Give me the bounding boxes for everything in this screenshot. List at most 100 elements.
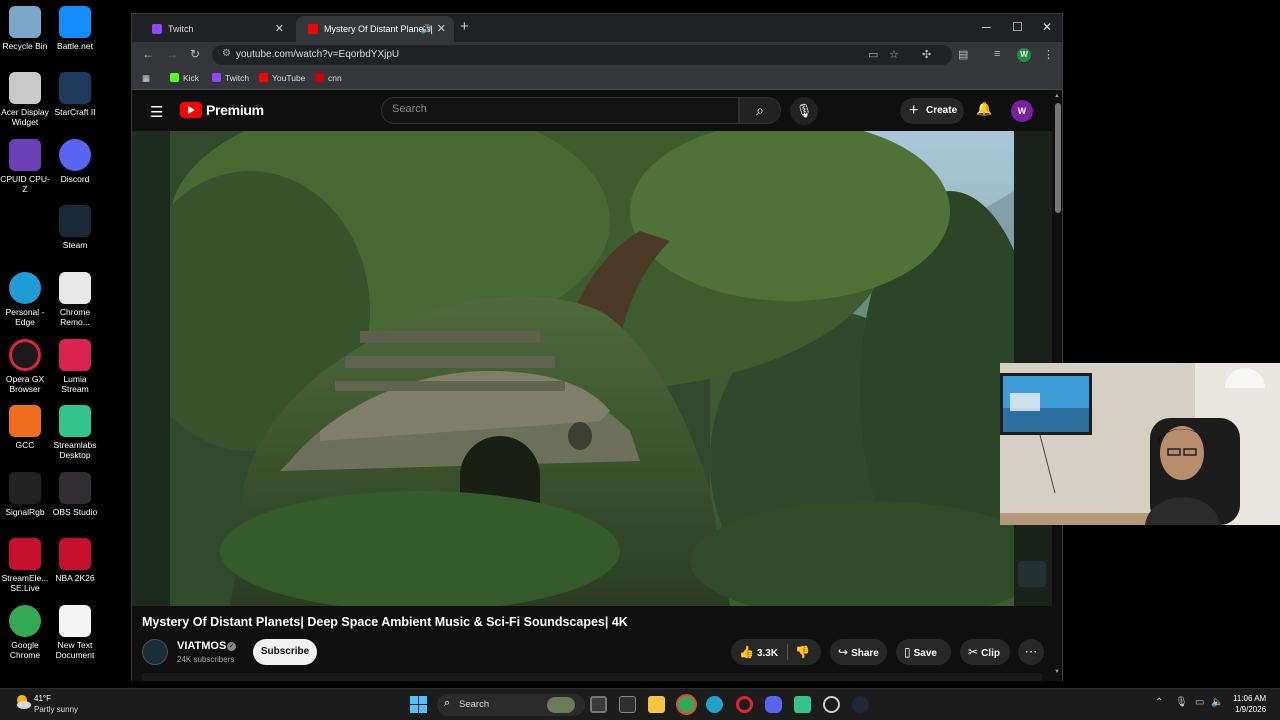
media-controls-icon[interactable]: ≡: [994, 48, 1000, 60]
close-tab-icon[interactable]: ✕: [437, 16, 446, 42]
clock-time[interactable]: 11:06 AM: [1233, 694, 1266, 703]
save-button[interactable]: ▯ Save: [896, 639, 951, 665]
close-window-icon[interactable]: ✕: [1042, 20, 1052, 34]
video-player[interactable]: [170, 131, 1014, 606]
settings-taskbar-icon[interactable]: [823, 696, 840, 713]
bookmark-twitch[interactable]: Twitch: [212, 73, 249, 83]
chrome-taskbar-icon[interactable]: [678, 696, 695, 713]
clock-date[interactable]: 1/9/2026: [1235, 705, 1266, 714]
share-button[interactable]: ↪ Share: [830, 639, 887, 665]
microphone-tray-icon[interactable]: 🎙: [1175, 697, 1188, 708]
tab-twitch[interactable]: Twitch ✕: [140, 16, 292, 42]
steam-icon: [59, 205, 91, 237]
opera-gx-taskbar-icon[interactable]: [736, 696, 753, 713]
weather-sun-cloud-icon[interactable]: [14, 693, 32, 711]
volume-tray-icon[interactable]: 🔈: [1211, 697, 1223, 708]
forward-icon[interactable]: →: [166, 47, 178, 61]
weather-condition[interactable]: Partly sunny: [34, 705, 78, 714]
minimize-icon[interactable]: ─: [982, 20, 991, 34]
create-button[interactable]: + Create: [900, 98, 964, 124]
hamburger-menu-icon[interactable]: ☰: [150, 103, 163, 121]
discord-taskbar-icon[interactable]: [765, 696, 782, 713]
search-highlight-icon: [547, 697, 575, 713]
search-input[interactable]: [392, 103, 722, 115]
desktop-icon[interactable]: Lumia Stream: [50, 339, 100, 394]
windows-start-icon[interactable]: [410, 696, 427, 713]
weather-temperature[interactable]: 41°F: [34, 694, 51, 703]
streamlabs-taskbar-icon[interactable]: [794, 696, 811, 713]
desktop-icon[interactable]: Recycle Bin: [0, 6, 50, 51]
nba2k26-icon: [59, 538, 91, 570]
back-icon[interactable]: ←: [142, 47, 154, 61]
voice-search-button[interactable]: 🎙: [790, 97, 818, 125]
tab-youtube[interactable]: Mystery Of Distant Planets| 🔊 ✕: [296, 16, 454, 42]
display-tray-icon[interactable]: ▭: [1195, 697, 1204, 708]
channel-avatar[interactable]: [142, 639, 168, 665]
channel-name[interactable]: VIATMOS: [177, 640, 226, 652]
desktop-icon[interactable]: CPUID CPU-Z: [0, 139, 50, 194]
tray-overflow-icon[interactable]: ⌃: [1155, 697, 1163, 708]
desktop-icon[interactable]: StreamEle... SE.Live: [0, 538, 50, 593]
desktop-icon[interactable]: Personal - Edge: [0, 272, 50, 327]
desktop-icon[interactable]: Acer Display Widget: [0, 72, 50, 127]
reload-icon[interactable]: ↻: [190, 47, 200, 61]
steam-taskbar-icon[interactable]: [852, 696, 869, 713]
like-button[interactable]: 👍 3.3K: [731, 639, 786, 665]
maximize-icon[interactable]: ☐: [1012, 20, 1023, 34]
speaker-icon[interactable]: 🔊: [421, 16, 432, 42]
scroll-up-icon[interactable]: ▲: [1054, 93, 1060, 99]
task-view-icon[interactable]: [590, 696, 607, 713]
url-text: youtube.com/watch?v=EqorbdYXjpU: [236, 49, 400, 60]
bookmark-star-icon[interactable]: ☆: [889, 48, 899, 61]
subscribe-button[interactable]: Subscribe: [253, 639, 317, 665]
scroll-down-icon[interactable]: ▼: [1054, 669, 1060, 675]
desktop-icon[interactable]: OBS Studio: [50, 472, 100, 517]
desktop-icon-label: NBA 2K26: [55, 573, 95, 583]
channel-watermark-icon[interactable]: [1018, 561, 1046, 587]
desktop-icon[interactable]: Steam: [50, 205, 100, 250]
bookmark-kick[interactable]: Kick: [170, 73, 199, 83]
video-frame-jungle-temple: [170, 131, 1014, 606]
desktop-icon[interactable]: Discord: [50, 139, 100, 184]
edge-taskbar-icon[interactable]: [706, 696, 723, 713]
youtube-logo-icon[interactable]: [180, 102, 202, 118]
account-avatar[interactable]: W: [1011, 100, 1033, 122]
search-button[interactable]: ⌕: [739, 97, 781, 124]
desktop-icon[interactable]: Battle.net: [50, 6, 100, 51]
twitch-icon: [212, 73, 221, 82]
browser-menu-icon[interactable]: ⋮: [1043, 48, 1054, 61]
desktop-icon[interactable]: New Text Document: [50, 605, 100, 660]
taskbar-search-label: Search: [459, 699, 490, 710]
sidebar-icon[interactable]: ▤: [958, 48, 968, 61]
youtube-premium-label[interactable]: Premium: [206, 102, 264, 118]
new-tab-button[interactable]: +: [460, 18, 469, 35]
desktop: Recycle Bin Battle.net Acer Display Widget…: [0, 0, 1280, 688]
clip-button[interactable]: ✂ Clip: [960, 639, 1010, 665]
scrollbar-thumb[interactable]: [1055, 103, 1061, 213]
file-explorer-icon[interactable]: [648, 696, 665, 713]
site-info-icon[interactable]: ⚙: [222, 48, 231, 59]
address-bar[interactable]: ⚙ youtube.com/watch?v=EqorbdYXjpU: [212, 45, 952, 65]
battlenet-icon: [59, 6, 91, 38]
desktop-icon[interactable]: NBA 2K26: [50, 538, 100, 583]
more-actions-button[interactable]: ⋯: [1018, 639, 1044, 665]
desktop-icon[interactable]: StarCraft II: [50, 72, 100, 117]
desktop-icon[interactable]: GCC: [0, 405, 50, 450]
desktop-icon[interactable]: Opera GX Browser: [0, 339, 50, 394]
dislike-button[interactable]: 👎: [795, 639, 810, 665]
apps-grid-icon[interactable]: ▦: [142, 73, 150, 84]
desktop-icon[interactable]: Streamlabs Desktop: [50, 405, 100, 460]
profile-avatar[interactable]: W: [1017, 48, 1031, 62]
bookmark-youtube[interactable]: YouTube: [259, 73, 305, 83]
widgets-app-icon[interactable]: [619, 696, 636, 713]
desktop-icon[interactable]: SignalRgb: [0, 472, 50, 517]
extensions-icon[interactable]: ✣: [922, 48, 931, 61]
cast-icon[interactable]: ▭: [868, 48, 878, 61]
desktop-icon[interactable]: Chrome Remo...: [50, 272, 100, 327]
webcam-feed-image: [1000, 363, 1280, 525]
desktop-icon[interactable]: Google Chrome: [0, 605, 50, 660]
taskbar-search[interactable]: ⌕ Search: [437, 694, 585, 716]
close-tab-icon[interactable]: ✕: [275, 16, 284, 42]
bookmark-cnn[interactable]: cnn: [315, 73, 342, 83]
notifications-bell-icon[interactable]: 🔔: [976, 101, 992, 117]
